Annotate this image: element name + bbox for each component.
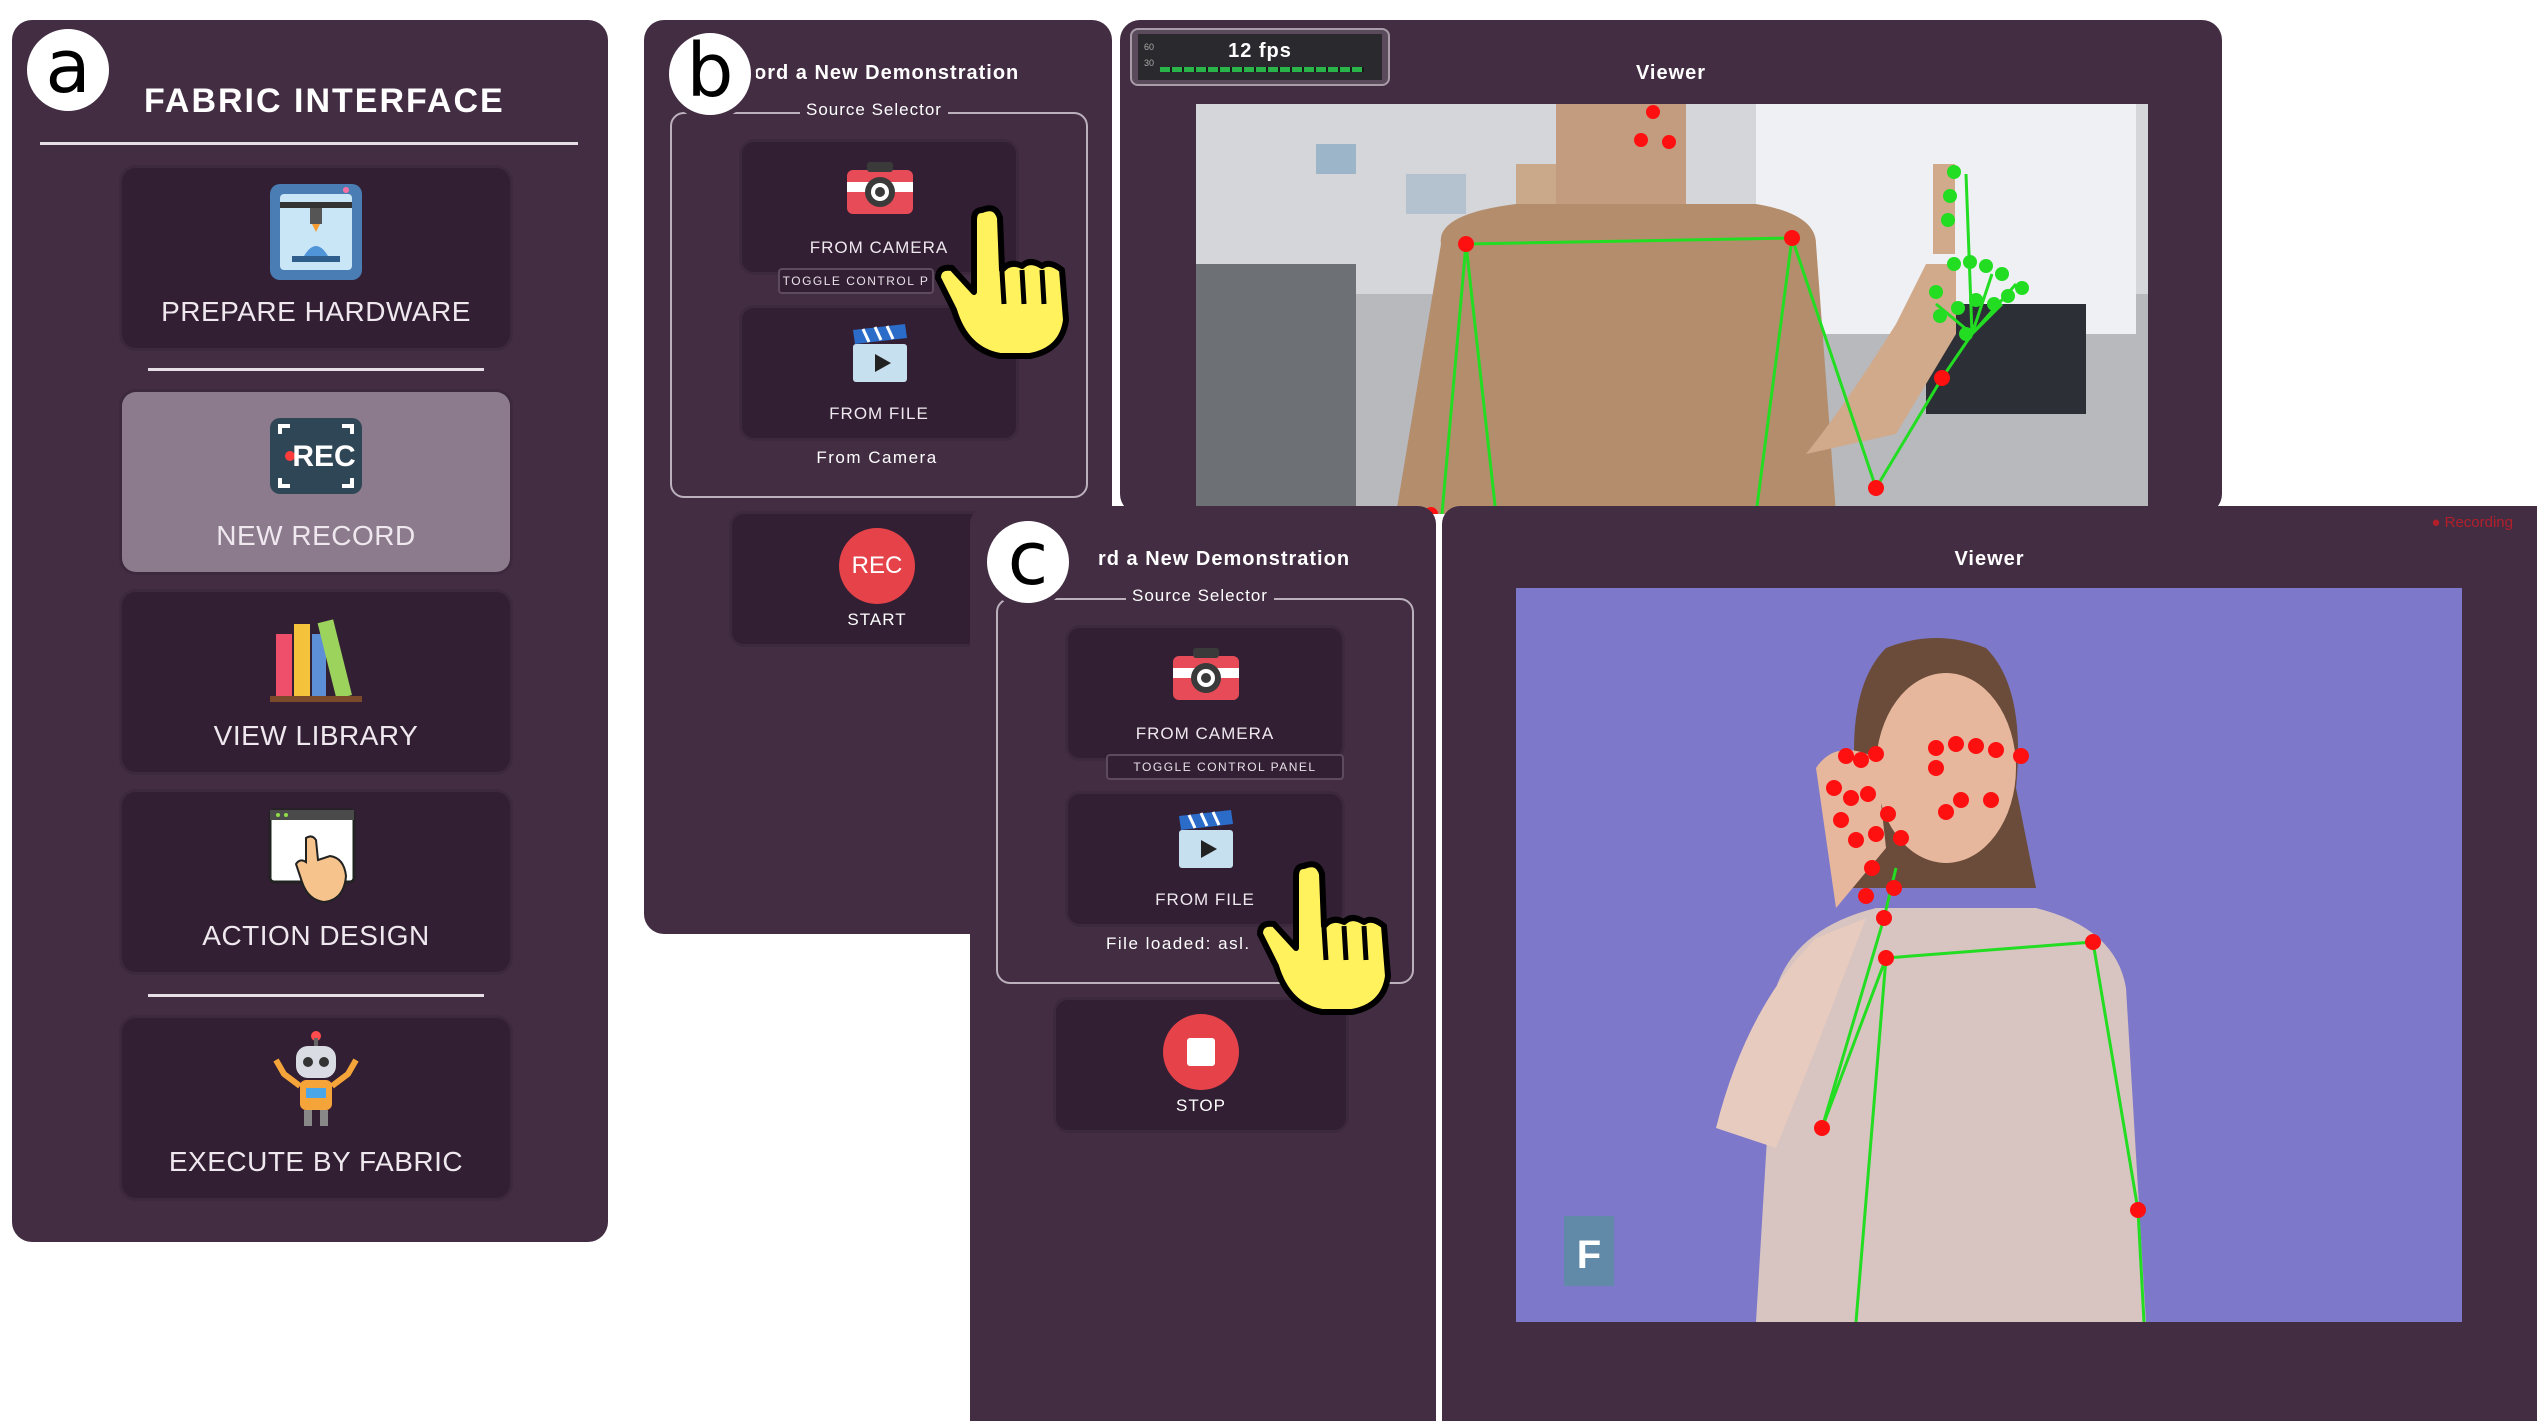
from-camera-button[interactable]: FROM CAMERA: [1068, 628, 1342, 758]
menu-item-label: EXECUTE BY FABRIC: [168, 1146, 464, 1177]
books-icon: [270, 619, 362, 702]
rec-icon: REC: [270, 418, 362, 494]
viewer-title: Viewer: [1954, 548, 2025, 570]
figure-label-c: c: [982, 516, 1074, 608]
figure-label-b: b: [664, 28, 756, 120]
toggle-control-panel-button[interactable]: TOGGLE CONTROL P: [778, 268, 934, 294]
recording-indicator: ● Recording: [2431, 514, 2513, 531]
record-title: ord a New Demonstration: [754, 62, 1020, 84]
new-record-button[interactable]: REC NEW RECORD: [122, 392, 510, 572]
camera-feed-video: [1196, 104, 2148, 514]
from-file-label: FROM FILE: [829, 404, 929, 423]
menu-item-label: NEW RECORD: [216, 520, 416, 551]
menu-item-label: PREPARE HARDWARE: [161, 296, 471, 327]
video-frame: F: [1516, 588, 2462, 1322]
rec-circle: REC: [839, 528, 915, 604]
prepare-hardware-button[interactable]: PREPARE HARDWARE: [122, 168, 510, 348]
menu-divider: [148, 368, 484, 371]
view-library-button[interactable]: VIEW LIBRARY: [122, 592, 510, 772]
record-title: rd a New Demonstration: [1098, 548, 1351, 570]
viewer-title: Viewer: [1635, 62, 1707, 84]
app-title: FABRIC INTERFACE: [144, 82, 505, 120]
stop-circle: [1163, 1014, 1239, 1090]
stop-label: STOP: [1176, 1096, 1226, 1115]
camera-icon: [847, 162, 913, 214]
clapperboard-icon: [853, 324, 907, 382]
hand-pointer-icon: [1257, 861, 1391, 1015]
touch-screen-icon: [268, 808, 356, 904]
from-camera-label: FROM CAMERA: [1135, 724, 1275, 743]
execute-by-fabric-button[interactable]: EXECUTE BY FABRIC: [122, 1018, 510, 1198]
camera-icon: [1173, 648, 1239, 700]
stop-record-button[interactable]: STOP: [1056, 1000, 1346, 1130]
source-selector-legend: Source Selector: [1126, 586, 1274, 606]
clapperboard-icon: [1179, 810, 1233, 868]
stop-icon: [1187, 1038, 1215, 1066]
viewer-panel-c: ● Recording Viewer F: [1442, 506, 2537, 1421]
toggle-control-panel-button[interactable]: TOGGLE CONTROL PANEL: [1106, 754, 1344, 780]
hand-pointer-icon: [935, 205, 1069, 359]
figure-label-a: a: [22, 24, 114, 116]
file-feed-video: F: [1516, 588, 2462, 1322]
menu-item-label: VIEW LIBRARY: [213, 720, 419, 751]
menu-divider: [148, 994, 484, 997]
video-watermark: F: [1577, 1233, 1601, 1277]
source-selector-legend: Source Selector: [800, 100, 948, 120]
action-design-button[interactable]: ACTION DESIGN: [122, 792, 510, 972]
fps-text: 12 fps: [1228, 40, 1292, 62]
viewer-panel-b: 60 30 12 fps Viewer: [1120, 20, 2222, 514]
menu-item-label: ACTION DESIGN: [202, 920, 430, 951]
robot-icon: [273, 1031, 359, 1126]
title-divider: [40, 142, 578, 145]
svg-text:REC: REC: [292, 440, 355, 473]
fabric-menu-panel: FABRIC INTERFACE PREPARE HARDWARE REC NE…: [12, 20, 608, 1242]
source-status: From Camera: [816, 448, 938, 467]
3d-printer-icon: [270, 184, 362, 280]
